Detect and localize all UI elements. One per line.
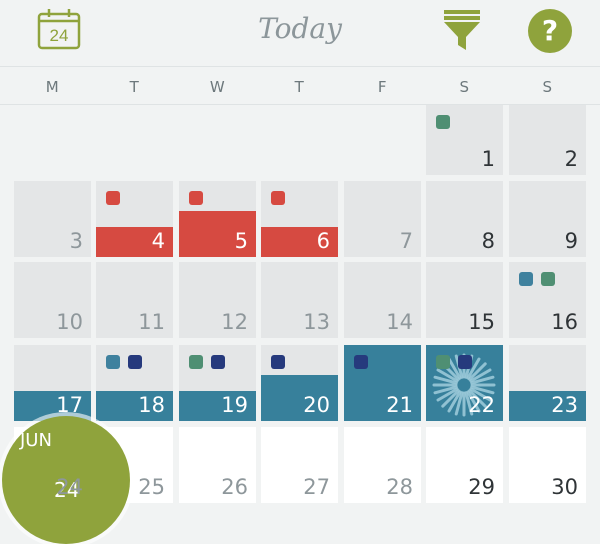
day-number: 12 bbox=[221, 310, 248, 334]
day-number: 22 bbox=[468, 393, 495, 417]
event-dot bbox=[189, 355, 203, 369]
page-title: Today bbox=[258, 12, 342, 45]
day-number: 1 bbox=[481, 147, 495, 171]
day-number: 3 bbox=[69, 229, 83, 253]
day-number: 30 bbox=[551, 475, 578, 499]
day-cell[interactable]: 21 bbox=[344, 345, 421, 421]
weekday-label: F bbox=[377, 78, 388, 96]
day-cell[interactable]: 8 bbox=[426, 181, 503, 257]
day-number: 29 bbox=[468, 475, 495, 499]
day-cell[interactable]: 23 bbox=[509, 345, 586, 421]
day-number: 7 bbox=[399, 229, 413, 253]
day-cell[interactable]: 5 bbox=[179, 181, 256, 257]
weekday-label: W bbox=[209, 78, 226, 96]
calendar-icon[interactable]: 24 bbox=[37, 8, 81, 50]
day-cell[interactable]: 3 bbox=[14, 181, 91, 257]
day-number: 18 bbox=[138, 393, 165, 417]
day-number: 21 bbox=[386, 393, 413, 417]
day-cell[interactable]: 6 bbox=[261, 181, 338, 257]
event-dot bbox=[271, 191, 285, 205]
event-dot bbox=[436, 115, 450, 129]
day-cell[interactable]: 14 bbox=[344, 262, 421, 338]
bubble-month: JUN bbox=[20, 430, 52, 451]
weekday-label: M bbox=[45, 78, 60, 96]
event-dot bbox=[128, 355, 142, 369]
event-dot bbox=[436, 355, 450, 369]
day-number: 16 bbox=[551, 310, 578, 334]
day-number: 25 bbox=[138, 475, 165, 499]
event-dot bbox=[211, 355, 225, 369]
day-cell[interactable]: 17 bbox=[14, 345, 91, 421]
day-cell[interactable]: 16 bbox=[509, 262, 586, 338]
day-cell[interactable]: 18 bbox=[96, 345, 173, 421]
help-button[interactable]: ? bbox=[528, 9, 572, 53]
event-dot bbox=[189, 191, 203, 205]
day-number: 20 bbox=[303, 393, 330, 417]
day-cell[interactable]: 15 bbox=[426, 262, 503, 338]
top-bar: 24 Today ? bbox=[0, 0, 600, 67]
event-dot bbox=[541, 272, 555, 286]
day-number: 15 bbox=[468, 310, 495, 334]
day-cell[interactable]: 22 bbox=[426, 345, 503, 421]
event-dot bbox=[458, 355, 472, 369]
day-cell[interactable]: 30 bbox=[509, 427, 586, 503]
day-number: 26 bbox=[221, 475, 248, 499]
day-number: 2 bbox=[564, 147, 578, 171]
day-number: 17 bbox=[56, 393, 83, 417]
day-cell[interactable]: 2 bbox=[509, 105, 586, 175]
day-number: 5 bbox=[234, 229, 248, 253]
day-number: 19 bbox=[221, 393, 248, 417]
filter-icon[interactable] bbox=[444, 10, 480, 52]
day-number: 14 bbox=[386, 310, 413, 334]
day-cell[interactable]: 9 bbox=[509, 181, 586, 257]
day-number: 6 bbox=[316, 229, 330, 253]
event-dot bbox=[106, 355, 120, 369]
event-dot bbox=[354, 355, 368, 369]
day-number: 9 bbox=[564, 229, 578, 253]
event-dot bbox=[106, 191, 120, 205]
calendar-icon-day: 24 bbox=[50, 26, 69, 45]
day-cell[interactable]: 26 bbox=[179, 427, 256, 503]
day-cell[interactable]: 29 bbox=[426, 427, 503, 503]
day-cell[interactable]: 28 bbox=[344, 427, 421, 503]
day-number: 24 bbox=[56, 475, 83, 499]
day-cell[interactable]: 12 bbox=[179, 262, 256, 338]
day-cell[interactable]: 10 bbox=[14, 262, 91, 338]
event-dot bbox=[519, 272, 533, 286]
day-number: 23 bbox=[551, 393, 578, 417]
day-cell[interactable]: 11 bbox=[96, 262, 173, 338]
day-number: 8 bbox=[481, 229, 495, 253]
day-cell[interactable]: 27 bbox=[261, 427, 338, 503]
day-cell[interactable]: 13 bbox=[261, 262, 338, 338]
day-cell[interactable]: 7 bbox=[344, 181, 421, 257]
weekday-label: S bbox=[459, 78, 470, 96]
day-number: 4 bbox=[151, 229, 165, 253]
day-number: 27 bbox=[303, 475, 330, 499]
day-cell[interactable]: 1 bbox=[426, 105, 503, 175]
day-cell[interactable]: 19 bbox=[179, 345, 256, 421]
day-number: 13 bbox=[303, 310, 330, 334]
day-cell[interactable]: 4 bbox=[96, 181, 173, 257]
weekday-label: S bbox=[542, 78, 553, 96]
day-cell[interactable]: 20 bbox=[261, 345, 338, 421]
day-number: 28 bbox=[386, 475, 413, 499]
weekday-label: T bbox=[294, 78, 305, 96]
event-dot bbox=[271, 355, 285, 369]
day-number: 11 bbox=[138, 310, 165, 334]
day-number: 10 bbox=[56, 310, 83, 334]
weekday-label: T bbox=[129, 78, 140, 96]
